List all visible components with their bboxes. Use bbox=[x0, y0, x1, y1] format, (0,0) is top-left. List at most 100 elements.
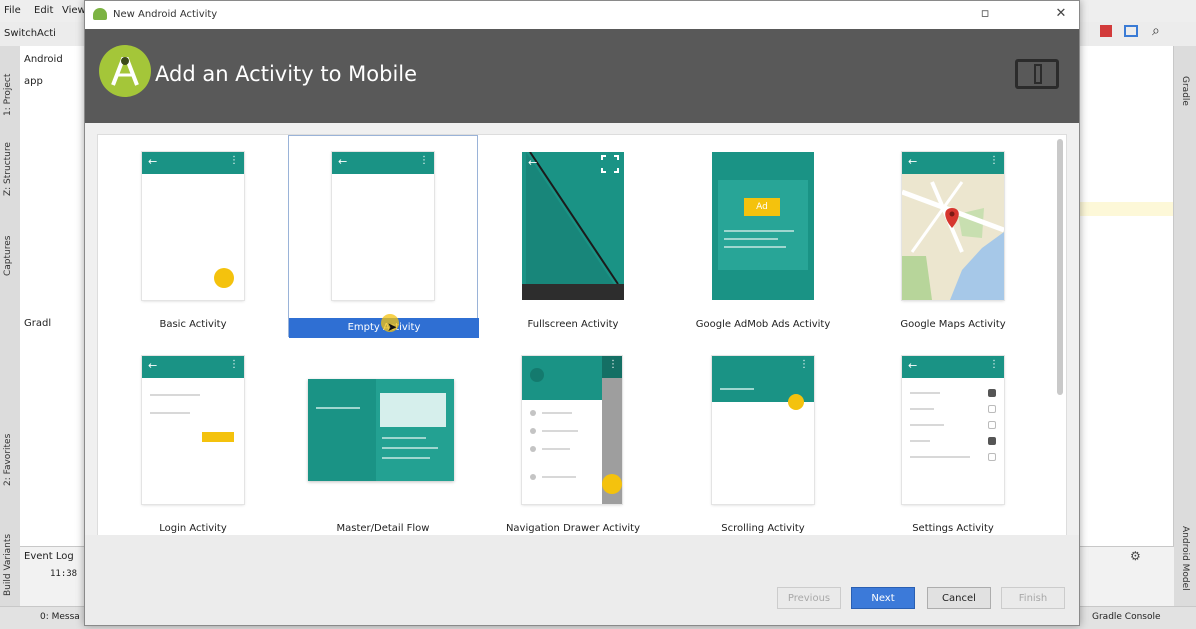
close-icon[interactable]: ✕ bbox=[1051, 5, 1071, 23]
maps-activity-preview: ← ⋮ bbox=[902, 152, 1004, 300]
cancel-button[interactable]: Cancel bbox=[927, 587, 991, 609]
menu-file[interactable]: File bbox=[4, 5, 21, 16]
dialog-titlebar: New Android Activity ▫ ✕ bbox=[85, 1, 1079, 29]
template-empty-activity[interactable]: ← ⋮ Empty Activity ➤ bbox=[288, 135, 479, 338]
dialog-header-title: Add an Activity to Mobile bbox=[155, 62, 418, 86]
menu-view[interactable]: View bbox=[62, 5, 86, 16]
dialog-header: Add an Activity to Mobile bbox=[85, 29, 1079, 123]
tree-android-view[interactable]: Android bbox=[24, 54, 63, 65]
back-arrow-icon: ← bbox=[338, 155, 348, 168]
search-icon[interactable]: ⌕ bbox=[1152, 23, 1160, 39]
template-label: Login Activity bbox=[159, 523, 227, 534]
template-settings-activity[interactable]: ← ⋮ Settings Activity bbox=[858, 339, 1048, 535]
scrolling-activity-preview: ⋮ bbox=[712, 356, 814, 504]
template-label: Scrolling Activity bbox=[721, 523, 805, 534]
back-arrow-icon: ← bbox=[148, 359, 158, 372]
template-login-activity[interactable]: ← ⋮ Login Activity bbox=[98, 339, 288, 535]
setting-line bbox=[910, 424, 944, 426]
menu-line bbox=[542, 430, 578, 432]
fab-icon bbox=[602, 474, 622, 494]
dialog-window-title: New Android Activity bbox=[113, 9, 218, 20]
login-activity-preview: ← ⋮ bbox=[142, 356, 244, 504]
empty-activity-preview: ← ⋮ bbox=[332, 152, 434, 300]
help-icon[interactable]: ▫ bbox=[975, 5, 995, 23]
title-line bbox=[720, 388, 754, 390]
template-nav-drawer[interactable]: ⋮ Navigation Drawer Activity bbox=[478, 339, 668, 535]
setting-line bbox=[910, 456, 970, 458]
menu-edit[interactable]: Edit bbox=[34, 5, 53, 16]
menu-dot bbox=[530, 428, 536, 434]
template-fullscreen-activity[interactable]: ← Fullscreen Activity bbox=[478, 135, 668, 337]
overflow-menu-icon: ⋮ bbox=[419, 155, 429, 166]
tree-app-node[interactable]: app bbox=[24, 76, 43, 87]
captures-tool-tab[interactable]: Captures bbox=[3, 236, 13, 276]
text-line bbox=[382, 447, 438, 449]
previous-button[interactable]: Previous bbox=[777, 587, 841, 609]
android-studio-icon bbox=[93, 8, 107, 20]
gallery-scrollbar[interactable] bbox=[1057, 139, 1063, 395]
master-detail-preview bbox=[308, 379, 454, 481]
fullscreen-activity-preview: ← bbox=[522, 152, 624, 300]
ad-badge: Ad bbox=[744, 198, 780, 216]
menu-dot bbox=[530, 446, 536, 452]
gradle-console-tab[interactable]: Gradle Console bbox=[1092, 612, 1161, 622]
setting-checkbox bbox=[988, 389, 996, 397]
template-scrolling-activity[interactable]: ⋮ Scrolling Activity bbox=[668, 339, 858, 535]
sdk-manager-icon[interactable] bbox=[1124, 25, 1138, 37]
project-tool-tab[interactable]: 1: Project bbox=[3, 74, 13, 116]
messages-tab[interactable]: 0: Messa bbox=[40, 612, 80, 622]
event-log-title[interactable]: Event Log bbox=[24, 551, 74, 562]
left-tool-strip: 1: Project Z: Structure Captures 2: Favo… bbox=[0, 46, 21, 606]
gear-icon[interactable]: ⚙ bbox=[1130, 549, 1141, 563]
fab-icon bbox=[214, 268, 234, 288]
stop-icon[interactable] bbox=[1100, 25, 1112, 37]
favorites-tool-tab[interactable]: 2: Favorites bbox=[3, 434, 13, 486]
nav-drawer-preview: ⋮ bbox=[522, 356, 622, 504]
setting-checkbox bbox=[988, 453, 996, 461]
overflow-menu-icon: ⋮ bbox=[229, 359, 239, 370]
setting-checkbox bbox=[988, 421, 996, 429]
text-line bbox=[724, 238, 778, 240]
text-line bbox=[724, 230, 794, 232]
menu-dot bbox=[530, 410, 536, 416]
settings-activity-preview: ← ⋮ bbox=[902, 356, 1004, 504]
text-line bbox=[382, 437, 426, 439]
template-gallery[interactable]: ←⋮ Basic Activity ←⋮ Empty Activity ➤ bbox=[97, 134, 1067, 536]
tree-gradle-node[interactable]: Gradl bbox=[24, 318, 51, 329]
template-label: Settings Activity bbox=[912, 523, 994, 534]
app-bar: ← ⋮ bbox=[142, 152, 244, 174]
app-bar: ← ⋮ bbox=[902, 356, 1004, 378]
overflow-menu-icon: ⋮ bbox=[989, 359, 999, 370]
next-button[interactable]: Next bbox=[851, 587, 915, 609]
gradle-tool-tab[interactable]: Gradle bbox=[1180, 76, 1190, 106]
build-variants-tool-tab[interactable]: Build Variants bbox=[3, 534, 13, 596]
template-maps-activity[interactable]: ← ⋮ Google Maps Activity bbox=[858, 135, 1048, 337]
event-log-time: 11:38 bbox=[50, 569, 78, 579]
device-form-factor-icon bbox=[1015, 59, 1059, 89]
setting-checkbox bbox=[988, 405, 996, 413]
template-label: Google Maps Activity bbox=[900, 319, 1006, 330]
template-basic-activity[interactable]: ← ⋮ Basic Activity bbox=[98, 135, 288, 337]
mouse-cursor-icon: ➤ bbox=[387, 320, 398, 334]
structure-tool-tab[interactable]: Z: Structure bbox=[3, 142, 13, 196]
editor-area bbox=[1080, 46, 1174, 546]
template-master-detail[interactable]: Master/Detail Flow bbox=[288, 339, 478, 535]
android-model-tool-tab[interactable]: Android Model bbox=[1180, 526, 1190, 591]
email-line bbox=[150, 394, 200, 396]
password-line bbox=[150, 412, 190, 414]
detail-image bbox=[380, 393, 446, 427]
ad-content-panel bbox=[718, 180, 808, 270]
template-label: Basic Activity bbox=[159, 319, 227, 330]
setting-checkbox bbox=[988, 437, 996, 445]
project-tab[interactable]: SwitchActi bbox=[4, 28, 56, 39]
app-bar: ← ⋮ bbox=[902, 152, 1004, 174]
back-arrow-icon: ← bbox=[528, 156, 538, 169]
sign-in-button-preview bbox=[202, 432, 234, 442]
basic-activity-preview: ← ⋮ bbox=[142, 152, 244, 300]
finish-button[interactable]: Finish bbox=[1001, 587, 1065, 609]
project-tree: Android app Gradl bbox=[20, 46, 86, 546]
menu-line bbox=[542, 448, 570, 450]
template-admob-activity[interactable]: Ad Google AdMob Ads Activity bbox=[668, 135, 858, 337]
app-bar: ← ⋮ bbox=[332, 152, 434, 174]
overflow-menu-icon: ⋮ bbox=[799, 359, 809, 370]
